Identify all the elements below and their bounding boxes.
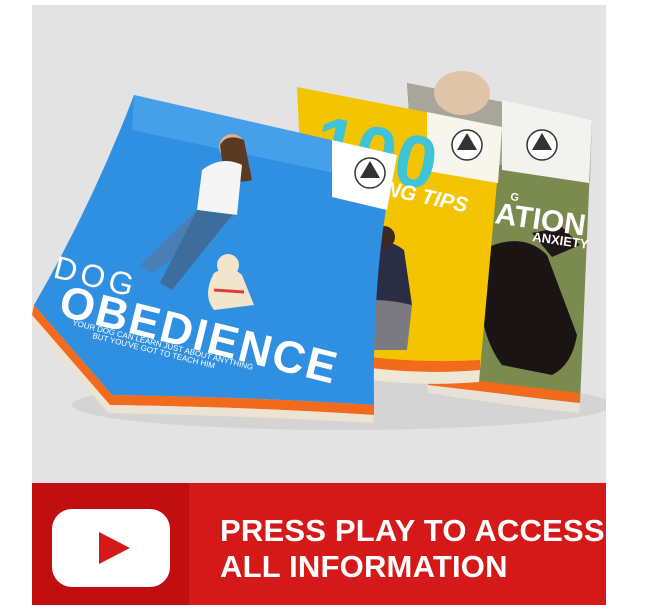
cta-line-2: ALL INFORMATION xyxy=(220,549,508,584)
cta-icon-panel xyxy=(32,483,189,605)
play-cta-banner[interactable]: PRESS PLAY TO ACCESS ALL INFORMATION xyxy=(32,483,606,605)
promo-card: G ATION ANXIETY 100 NG TIPS xyxy=(32,5,606,605)
youtube-play-icon[interactable] xyxy=(52,509,170,587)
logo-husky-icon xyxy=(354,157,386,189)
cta-text[interactable]: PRESS PLAY TO ACCESS ALL INFORMATION xyxy=(220,513,605,585)
cta-line-1: PRESS PLAY TO ACCESS xyxy=(220,513,605,548)
ebook-bundle-image: G ATION ANXIETY 100 NG TIPS xyxy=(32,5,606,483)
book-dog-obedience: DOG OBEDIENCE YOUR DOG CAN LEARN JUST AB… xyxy=(32,95,397,423)
logo-husky-icon xyxy=(526,129,558,161)
logo-husky-icon xyxy=(451,129,483,161)
